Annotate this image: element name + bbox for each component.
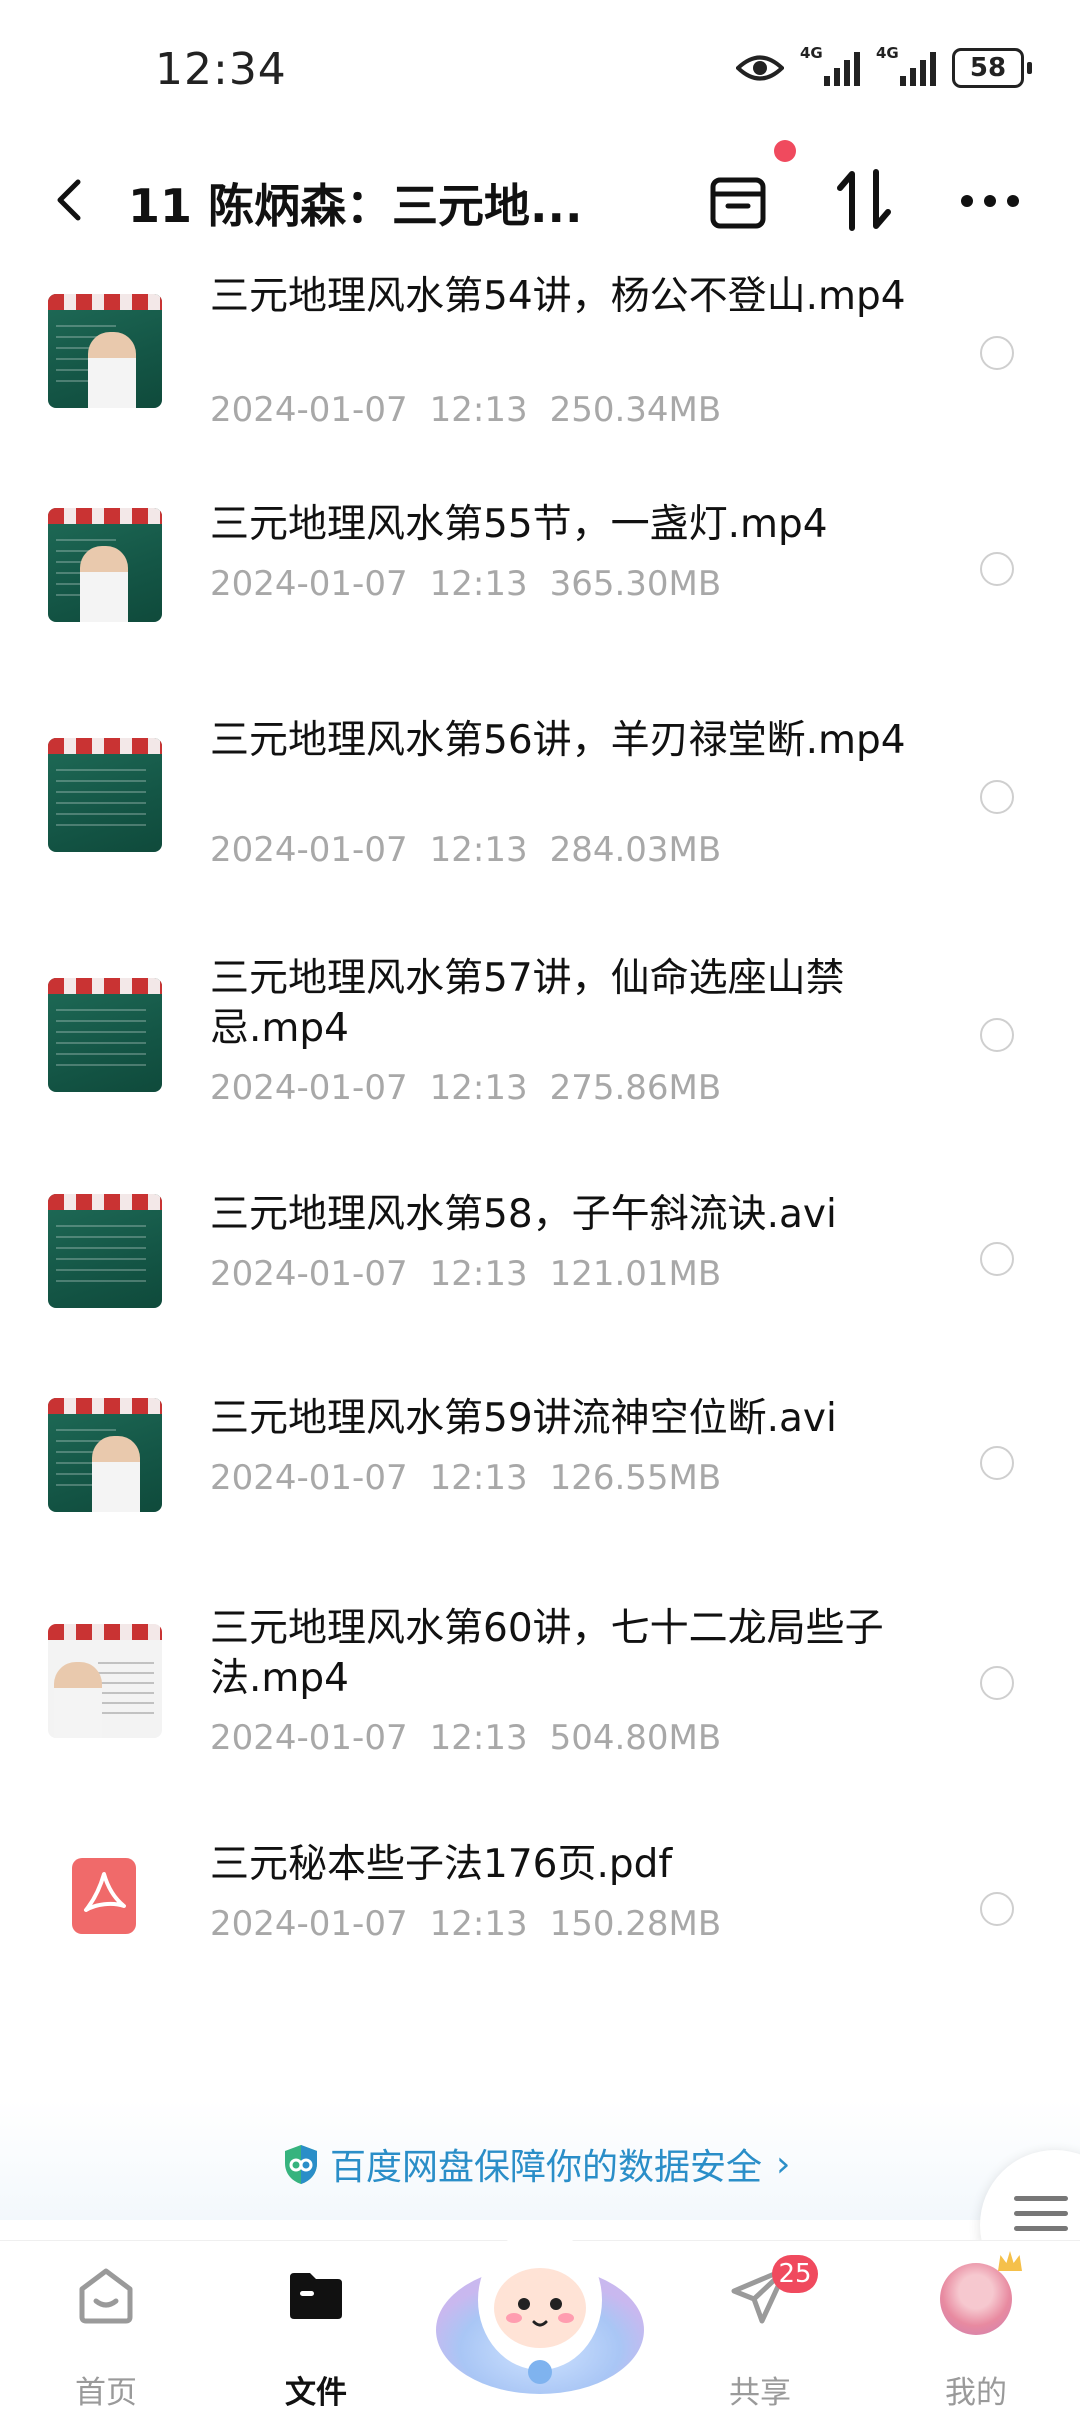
tab-label: 首页 xyxy=(75,2375,137,2411)
folder-icon xyxy=(290,2273,342,2319)
select-checkbox[interactable] xyxy=(980,1666,1014,1700)
file-name: 三元秘本些子法176页.pdf xyxy=(210,1842,673,1887)
tab-label: 我的 xyxy=(945,2375,1007,2411)
file-meta: 2024-01-07 12:13 150.28MB xyxy=(210,1904,722,1944)
file-name: 三元地理风水第57讲，仙命选座山禁忌.mp4 xyxy=(210,956,845,1051)
file-meta: 2024-01-07 12:13 275.86MB xyxy=(210,1068,722,1108)
avatar xyxy=(940,2263,1012,2335)
status-icons: 4G 4G 58 xyxy=(736,44,1032,88)
header: 11 陈炳森：三元地... xyxy=(0,140,1080,260)
tab-files[interactable]: 文件 xyxy=(246,2263,386,2411)
file-name: 三元地理风水第58，子午斜流诀.avi xyxy=(210,1192,837,1237)
pdf-icon xyxy=(72,1858,136,1934)
file-meta: 2024-01-07 12:13 121.01MB xyxy=(210,1254,722,1294)
notification-dot xyxy=(774,140,796,162)
home-icon xyxy=(79,2268,133,2324)
file-meta: 2024-01-07 12:13 365.30MB xyxy=(210,564,722,604)
page-title: 11 陈炳森：三元地... xyxy=(128,179,583,233)
tab-label: 共享 xyxy=(729,2375,791,2411)
file-name: 三元地理风水第56讲，羊刃禄堂断.mp4 xyxy=(210,718,906,763)
select-checkbox[interactable] xyxy=(980,1242,1014,1276)
select-checkbox[interactable] xyxy=(980,1446,1014,1480)
eye-icon xyxy=(736,55,784,81)
select-checkbox[interactable] xyxy=(980,1892,1014,1926)
back-arrow-icon[interactable] xyxy=(50,178,90,222)
file-meta: 2024-01-07 12:13 284.03MB xyxy=(210,830,722,870)
file-name: 三元地理风水第55节，一盏灯.mp4 xyxy=(210,502,828,547)
file-name: 三元地理风水第59讲流神空位断.avi xyxy=(210,1396,837,1441)
network-label: 4G xyxy=(876,44,899,62)
file-meta: 2024-01-07 12:13 126.55MB xyxy=(210,1458,722,1498)
shield-icon xyxy=(285,2145,317,2184)
more-icon[interactable] xyxy=(960,194,1020,208)
network-label: 4G xyxy=(800,44,823,62)
share-badge: 25 xyxy=(772,2255,818,2293)
file-name: 三元地理风水第54讲，杨公不登山.mp4 xyxy=(210,274,906,319)
menu-icon xyxy=(1014,2196,1068,2231)
mascot-assistant-button[interactable] xyxy=(432,2180,648,2396)
video-thumbnail xyxy=(48,1624,162,1738)
sort-icon[interactable] xyxy=(836,168,892,232)
video-thumbnail xyxy=(48,1194,162,1308)
chevron-right-icon: › xyxy=(776,2143,791,2185)
select-checkbox[interactable] xyxy=(980,780,1014,814)
battery-level: 58 xyxy=(952,48,1024,88)
select-checkbox[interactable] xyxy=(980,336,1014,370)
video-thumbnail xyxy=(48,738,162,852)
tab-label: 文件 xyxy=(285,2375,347,2411)
select-checkbox[interactable] xyxy=(980,1018,1014,1052)
archive-icon[interactable] xyxy=(708,172,768,232)
status-time: 12:34 xyxy=(155,44,287,95)
video-thumbnail xyxy=(48,1398,162,1512)
tab-home[interactable]: 首页 xyxy=(36,2263,176,2411)
file-name: 三元地理风水第60讲，七十二龙局些子法.mp4 xyxy=(210,1606,884,1701)
battery-icon: 58 xyxy=(952,48,1032,88)
status-bar: 12:34 4G 4G 58 xyxy=(0,0,1080,140)
video-thumbnail xyxy=(48,978,162,1092)
tab-share[interactable]: 25 共享 xyxy=(690,2255,830,2411)
file-meta: 2024-01-07 12:13 504.80MB xyxy=(210,1718,722,1758)
video-thumbnail xyxy=(48,508,162,622)
video-thumbnail xyxy=(48,294,162,408)
select-checkbox[interactable] xyxy=(980,552,1014,586)
file-meta: 2024-01-07 12:13 250.34MB xyxy=(210,390,722,430)
signal-icon: 4G xyxy=(876,44,936,86)
tab-mine[interactable]: 我的 xyxy=(906,2263,1046,2411)
signal-icon: 4G xyxy=(800,44,860,86)
